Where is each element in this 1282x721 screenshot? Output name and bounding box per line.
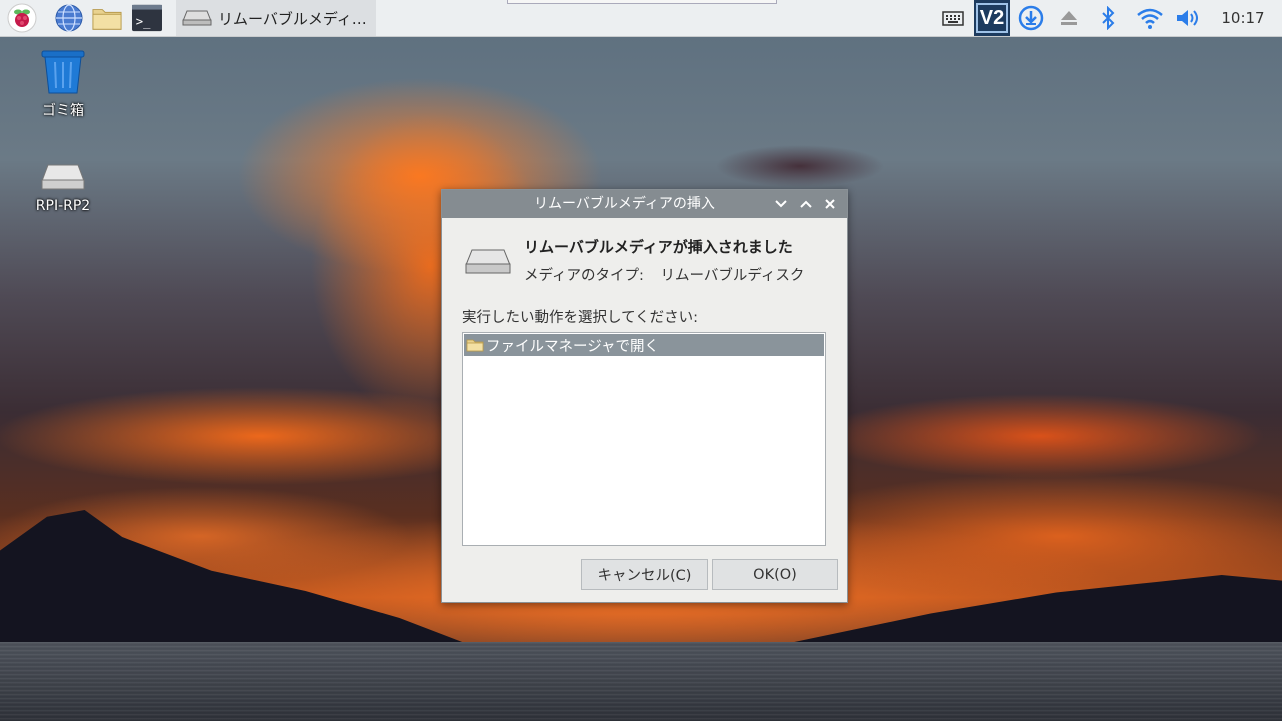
download-icon[interactable] — [1016, 4, 1046, 32]
maximize-button[interactable] — [796, 194, 816, 214]
terminal-icon[interactable]: >_ — [132, 3, 162, 33]
web-browser-icon[interactable] — [54, 3, 84, 33]
chevron-up-icon — [800, 200, 812, 208]
minimize-button[interactable] — [771, 194, 791, 214]
trash-icon — [41, 50, 85, 94]
taskbar: >_ リムーバブルメディ… V2 10:17 — [0, 0, 1282, 37]
removable-media-dialog: リムーバブルメディアの挿入 リムーバブルメディアが挿入されました メディアのタイ… — [441, 189, 848, 603]
action-list[interactable]: ファイルマネージャで開く — [462, 332, 826, 546]
vnc-icon[interactable]: V2 — [974, 0, 1010, 36]
cancel-button[interactable]: キャンセル(C) — [581, 559, 708, 590]
action-prompt: 実行したい動作を選択してください: — [462, 310, 699, 326]
raspberry-pi-menu-icon[interactable] — [7, 3, 37, 33]
close-button[interactable] — [820, 194, 840, 214]
desktop-icon-trash[interactable]: ゴミ箱 — [23, 50, 103, 120]
taskbar-window-title: リムーバブルメディ… — [218, 9, 367, 28]
list-item[interactable]: ファイルマネージャで開く — [464, 334, 824, 356]
dialog-heading: リムーバブルメディアが挿入されました — [524, 238, 793, 256]
drive-icon — [465, 249, 511, 274]
file-manager-icon[interactable] — [92, 3, 122, 33]
dialog-titlebar[interactable]: リムーバブルメディアの挿入 — [442, 190, 847, 218]
keyboard-icon[interactable] — [940, 4, 966, 32]
drive-icon — [182, 10, 212, 26]
clock[interactable]: 10:17 — [1213, 0, 1273, 36]
bluetooth-icon[interactable] — [1095, 4, 1121, 32]
eject-icon[interactable] — [1055, 4, 1083, 32]
drive-icon — [41, 164, 85, 190]
panel-separator — [507, 0, 777, 4]
folder-icon — [466, 339, 484, 352]
action-label: ファイルマネージャで開く — [486, 338, 659, 355]
media-type-row: メディアのタイプ: リムーバブルディスク — [524, 264, 804, 285]
svg-text:>_: >_ — [136, 15, 151, 29]
close-icon — [825, 199, 835, 209]
chevron-down-icon — [775, 200, 787, 208]
volume-icon[interactable] — [1174, 4, 1204, 32]
dialog-header: リムーバブルメディアが挿入されました メディアのタイプ: リムーバブルディスク — [462, 234, 832, 284]
wifi-icon[interactable] — [1134, 4, 1166, 32]
desktop-icon-drive[interactable]: RPI-RP2 — [23, 162, 103, 214]
vnc-label: V2 — [975, 3, 1009, 33]
desktop-icon-label: ゴミ箱 — [42, 103, 84, 119]
taskbar-window-button[interactable]: リムーバブルメディ… — [176, 0, 376, 36]
lake-water — [0, 642, 1282, 721]
desktop-icon-label: RPI-RP2 — [35, 198, 91, 214]
media-type-label: メディアのタイプ: — [524, 268, 644, 284]
media-type-value: リムーバブルディスク — [660, 268, 805, 284]
ok-button[interactable]: OK(O) — [712, 559, 838, 590]
